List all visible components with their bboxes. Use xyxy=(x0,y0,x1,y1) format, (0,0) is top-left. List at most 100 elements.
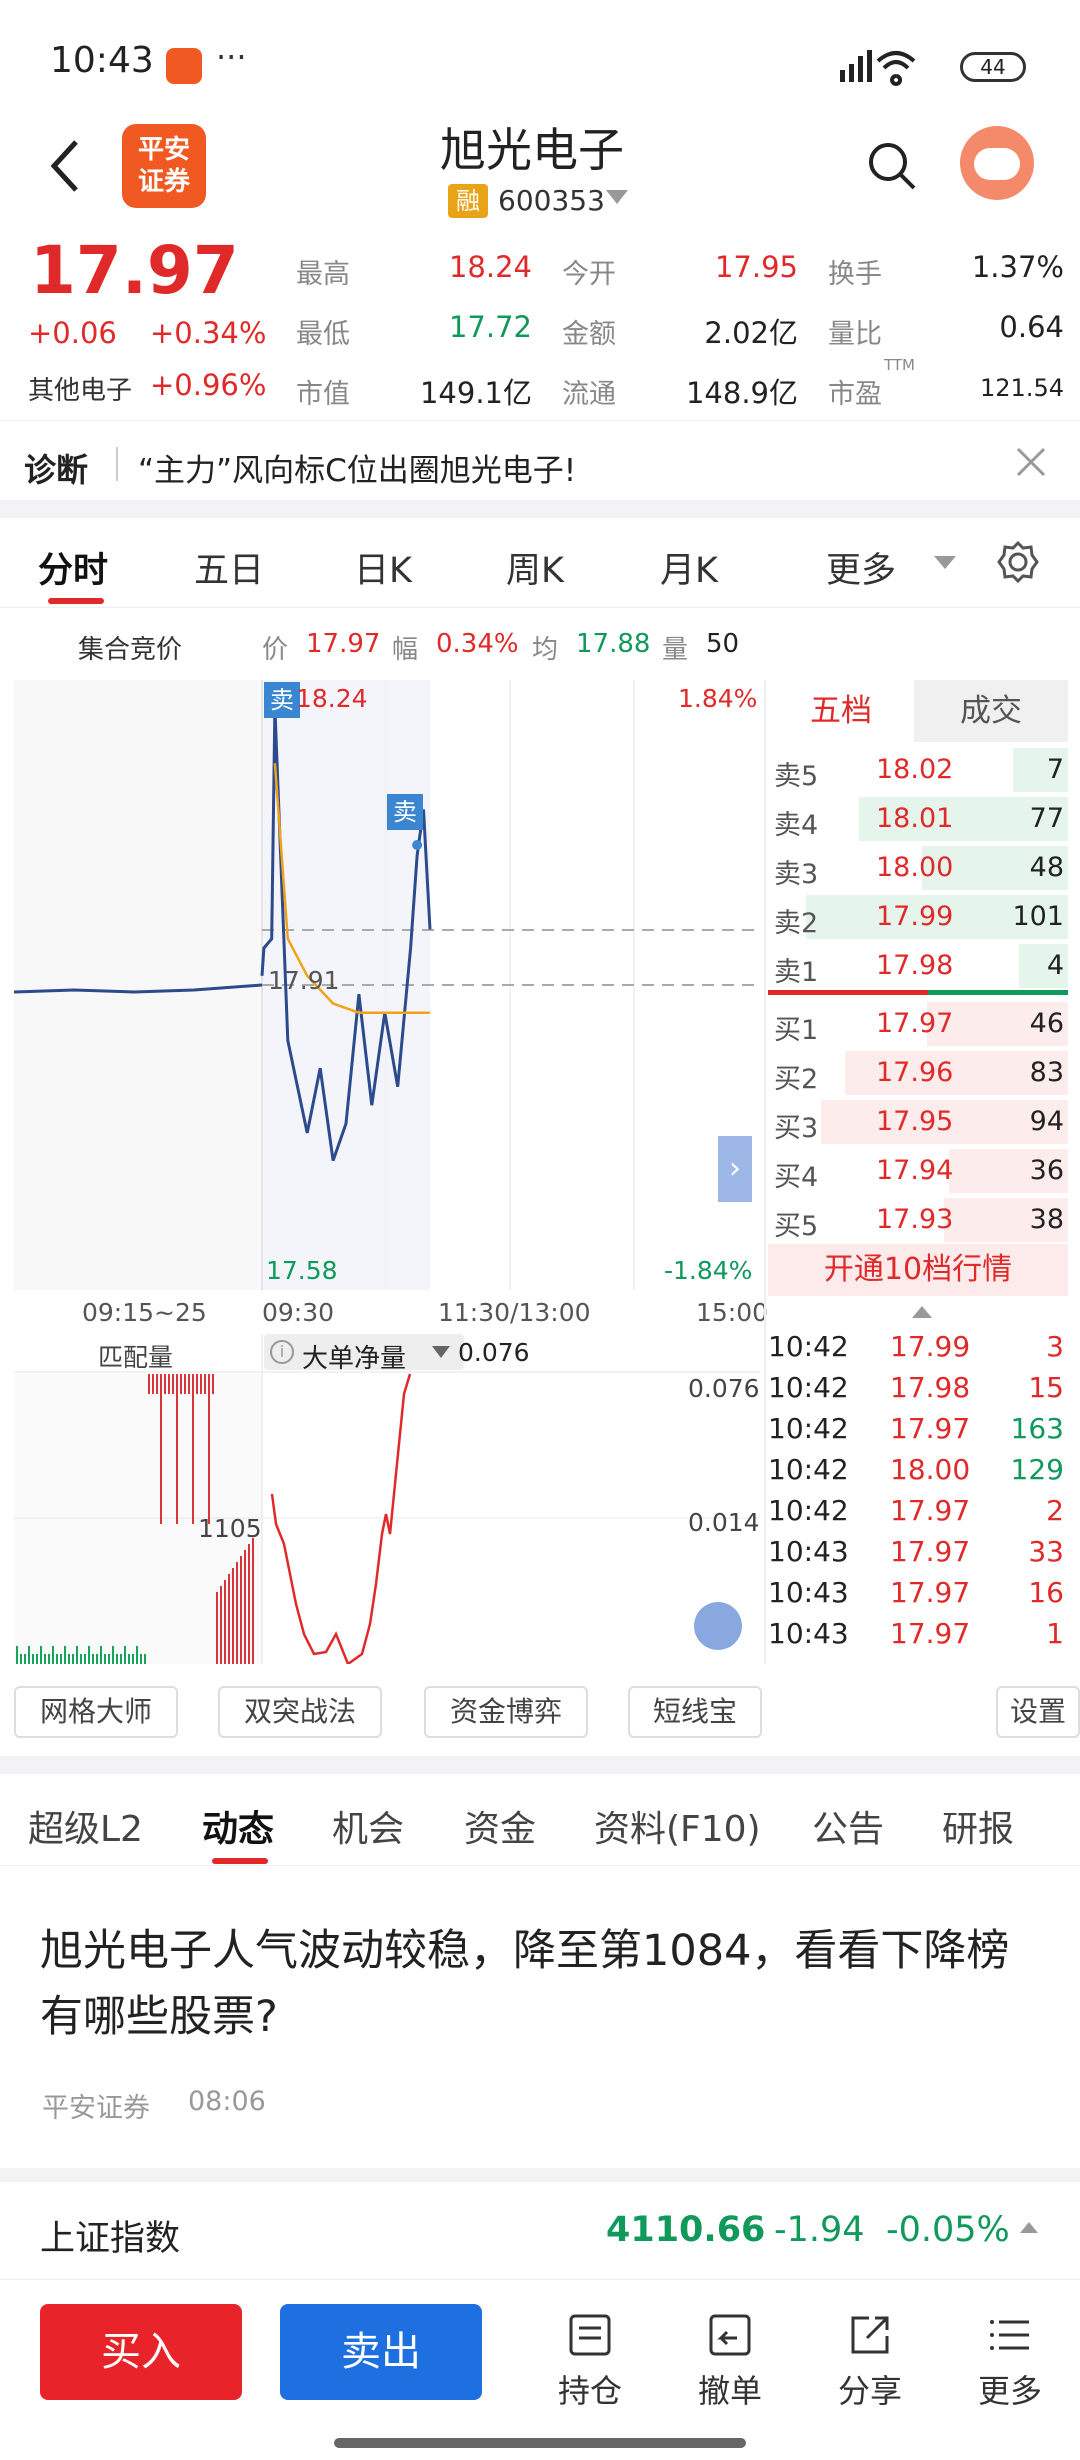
chevron-down-icon[interactable] xyxy=(934,556,956,569)
home-indicator xyxy=(334,2438,746,2448)
level-price: 18.01 xyxy=(876,803,954,834)
bid-row[interactable]: 买5 17.93 38 xyxy=(768,1196,1068,1244)
level-volume: 77 xyxy=(1029,803,1064,834)
indicator-selector[interactable]: i 大单净量 xyxy=(264,1334,464,1374)
fullscreen-icon[interactable] xyxy=(694,1602,742,1650)
cancel-order-button[interactable]: 撤单 xyxy=(680,2312,780,2412)
index-value: 4110.66 xyxy=(606,2210,766,2250)
match-volume-bar xyxy=(124,1646,126,1664)
gear-icon[interactable] xyxy=(996,540,1040,584)
holdings-label: 持仓 xyxy=(557,2372,622,2410)
tab-opportunity[interactable]: 机会 xyxy=(332,1800,404,1852)
sector-change[interactable]: +0.96% xyxy=(150,368,266,402)
tab-weekly-k[interactable]: 周K xyxy=(506,542,564,593)
match-volume-bar xyxy=(204,1374,206,1394)
match-volume-bar xyxy=(172,1374,174,1394)
sell-marker-1[interactable]: 卖 xyxy=(264,682,300,718)
trade-price: 17.98 xyxy=(890,1371,971,1404)
trade-volume: 2 xyxy=(1046,1494,1064,1527)
tool-short-term[interactable]: 短线宝 xyxy=(628,1686,762,1738)
sub-chart-svg xyxy=(14,1334,760,1664)
match-volume-bar xyxy=(40,1646,42,1664)
ask-row[interactable]: 卖3 18.00 48 xyxy=(768,844,1068,892)
share-button[interactable]: 分享 xyxy=(820,2312,920,2412)
ask-row[interactable]: 卖5 18.02 7 xyxy=(768,746,1068,794)
diagnosis-text[interactable]: “主力”风向标C位出圈旭光电子! xyxy=(138,445,576,490)
ask-row[interactable]: 卖4 18.01 77 xyxy=(768,795,1068,843)
tab-research[interactable]: 研报 xyxy=(942,1800,1014,1852)
match-volume-bar xyxy=(80,1654,82,1664)
tab-trades[interactable]: 成交 xyxy=(914,680,1068,742)
bid-row[interactable]: 买1 17.97 46 xyxy=(768,1000,1068,1048)
tab-daily-k[interactable]: 日K xyxy=(354,542,412,593)
chevron-down-icon[interactable] xyxy=(606,190,628,204)
stock-code: 600353 xyxy=(498,184,605,217)
level-price: 17.99 xyxy=(876,901,954,932)
match-volume-bar xyxy=(16,1646,18,1664)
match-volume-bar xyxy=(112,1646,114,1664)
search-icon[interactable] xyxy=(866,140,918,192)
trade-price: 17.97 xyxy=(890,1535,971,1568)
bid-row[interactable]: 买4 17.94 36 xyxy=(768,1147,1068,1195)
tab-monthly-k[interactable]: 月K xyxy=(660,542,718,593)
sector-name[interactable]: 其他电子 xyxy=(28,370,132,407)
bid-row[interactable]: 买2 17.96 83 xyxy=(768,1049,1068,1097)
level-label: 买5 xyxy=(774,1211,819,1242)
match-volume-bar xyxy=(72,1654,74,1664)
quote-panel: 17.97 +0.06 +0.34% 其他电子 +0.96% 最高 18.24 … xyxy=(0,230,1080,420)
intraday-chart[interactable]: 卖 卖 18.24 1.84% 17.91 17.58 -1.84% › xyxy=(14,680,760,1290)
tab-more[interactable]: 更多 xyxy=(826,542,896,593)
float-value: 148.9亿 xyxy=(685,376,798,410)
bid-row[interactable]: 买3 17.95 94 xyxy=(768,1098,1068,1146)
close-icon[interactable] xyxy=(1014,445,1048,479)
bottom-action-bar: 买入 卖出 持仓 撤单 分享 更多 xyxy=(0,2282,1080,2460)
tab-five-levels[interactable]: 五档 xyxy=(768,680,914,742)
tool-grid-master[interactable]: 网格大师 xyxy=(14,1686,178,1738)
chevron-up-icon[interactable] xyxy=(912,1306,932,1318)
pe-value: 121.54 xyxy=(980,374,1064,402)
sell-marker-2[interactable]: 卖 xyxy=(387,794,423,830)
chevron-up-icon[interactable] xyxy=(1020,2222,1038,2233)
trade-volume: 1 xyxy=(1046,1617,1064,1650)
tab-funds[interactable]: 资金 xyxy=(464,1800,536,1852)
trade-row: 10:42 17.97 2 xyxy=(768,1492,1068,1533)
level-volume: 94 xyxy=(1029,1106,1064,1137)
tool-settings[interactable]: 设置 xyxy=(996,1686,1080,1738)
expand-panel-icon[interactable]: › xyxy=(718,1136,752,1202)
tab-5day[interactable]: 五日 xyxy=(194,542,264,593)
level-price: 17.94 xyxy=(876,1155,954,1186)
sub-indicator-chart[interactable]: 匹配量 i 大单净量 0.076 0.076 0.014 1105 xyxy=(14,1334,760,1664)
more-button[interactable]: 更多 xyxy=(960,2312,1060,2412)
ask-row[interactable]: 卖1 17.98 4 xyxy=(768,942,1068,990)
open-10-levels-button[interactable]: 开通10档行情 xyxy=(768,1244,1068,1296)
buy-button[interactable]: 买入 xyxy=(40,2304,242,2400)
match-volume-bar xyxy=(176,1374,178,1524)
tab-announcements[interactable]: 公告 xyxy=(812,1800,884,1852)
orderbook-tabs: 五档 成交 xyxy=(768,680,1068,744)
sell-button[interactable]: 卖出 xyxy=(280,2304,482,2400)
match-volume-bar xyxy=(48,1654,50,1664)
assistant-avatar[interactable] xyxy=(960,126,1034,200)
match-volume-bar xyxy=(104,1654,106,1664)
match-volume-bar xyxy=(36,1654,38,1664)
tool-fund-game[interactable]: 资金博弈 xyxy=(424,1686,588,1738)
tab-f10[interactable]: 资料(F10) xyxy=(594,1800,761,1852)
bid-ask-divider xyxy=(768,990,1068,995)
trade-price: 18.00 xyxy=(890,1453,971,1486)
info-icon[interactable]: i xyxy=(270,1340,294,1364)
back-arrow-icon[interactable] xyxy=(46,136,82,196)
diagnosis-banner[interactable]: 诊断 “主力”风向标C位出圈旭光电子! xyxy=(0,420,1080,508)
holdings-button[interactable]: 持仓 xyxy=(540,2312,640,2412)
news-title[interactable]: 旭光电子人气波动较稳，降至第1084，看看下降榜有哪些股票? xyxy=(40,1918,1020,2050)
match-volume-bar xyxy=(212,1374,214,1394)
cancel-order-label: 撤单 xyxy=(697,2372,762,2410)
tool-double-breakout[interactable]: 双突战法 xyxy=(218,1686,382,1738)
section-gap xyxy=(0,1756,1080,1774)
level-label: 买4 xyxy=(774,1162,819,1193)
ask-row[interactable]: 卖2 17.99 101 xyxy=(768,893,1068,941)
tab-updates[interactable]: 动态 xyxy=(202,1800,274,1852)
share-icon xyxy=(851,2316,889,2354)
index-ticker[interactable]: 上证指数 4110.66 -1.94 -0.05% xyxy=(0,2182,1080,2280)
tab-intraday[interactable]: 分时 xyxy=(38,542,108,593)
tab-super-l2[interactable]: 超级L2 xyxy=(28,1800,143,1852)
